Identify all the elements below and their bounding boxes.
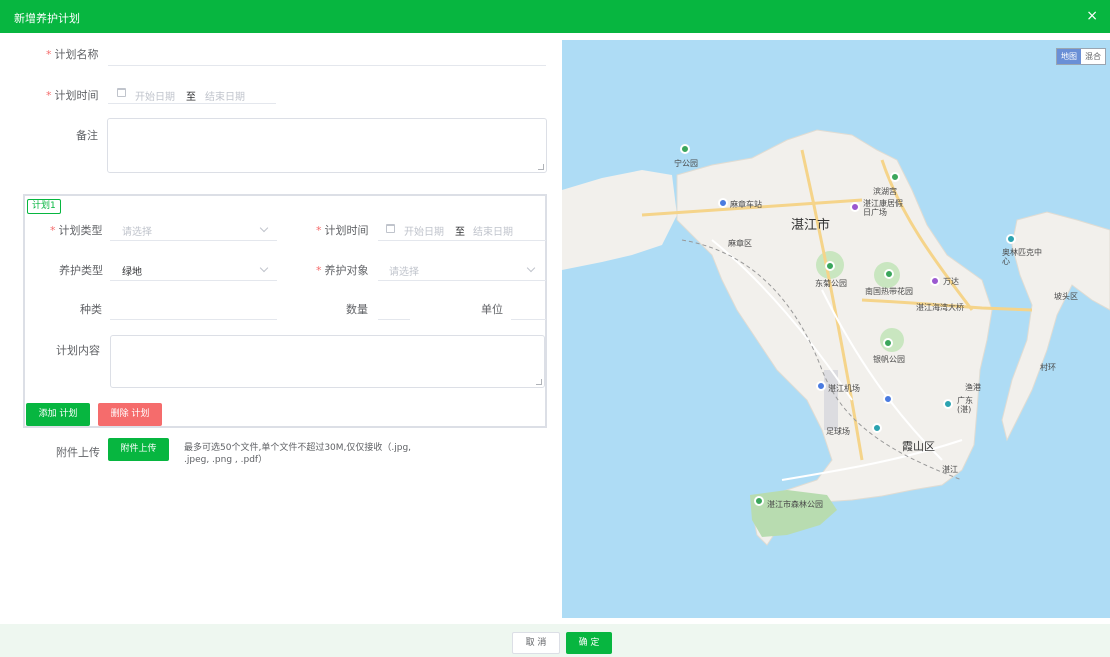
date-range-underline [108, 103, 276, 104]
map-label-plaza: 湛江康居假日广场 [863, 199, 903, 217]
park-icon [754, 496, 764, 506]
map-mode-toggle[interactable]: 地图 混合 [1056, 48, 1106, 65]
remark-label: 备注 [76, 129, 98, 142]
map-label-forest-park: 湛江市森林公园 [767, 500, 823, 509]
confirm-button[interactable]: 确 定 [566, 632, 612, 654]
map-mode-map[interactable]: 地图 [1057, 49, 1081, 64]
map-label-mazhang-station: 麻章车站 [730, 200, 762, 209]
map-canvas [562, 129, 1110, 546]
attachment-upload-button[interactable]: 附件上传 [108, 438, 169, 461]
maintenance-type-select[interactable]: 绿地 [122, 263, 142, 278]
maintenance-target-select[interactable]: 请选择 [389, 263, 419, 278]
map-label-wanda: 万达 [943, 277, 959, 286]
maintenance-type-underline [110, 280, 277, 281]
plan-end-date-input[interactable]: 结束日期 [473, 223, 513, 238]
mall-icon [850, 202, 860, 212]
map-label-yugang: 渔港 [965, 383, 981, 392]
park-icon [680, 144, 690, 154]
plan-type-underline [110, 240, 277, 241]
maintenance-target-underline [378, 280, 546, 281]
plan-date-separator: 至 [455, 227, 465, 238]
map-label-bridge: 湛江海湾大桥 [916, 303, 964, 312]
plan-name-input[interactable] [108, 65, 546, 66]
calendar-icon [117, 88, 126, 97]
mall-icon [930, 276, 940, 286]
plan-content-label: 计划内容 [56, 344, 100, 357]
map-label-olympic: 奥林匹克中心 [1002, 248, 1042, 266]
attachment-hint: 最多可选50个文件,单个文件不超过30M,仅仅接收（.jpg, .jpeg, .… [184, 443, 412, 465]
add-plan-button[interactable]: 添加 计划 [26, 403, 90, 426]
map-label-binhu: 滨湖宫 [873, 187, 897, 196]
plan-type-label: * 计划类型 [50, 224, 103, 237]
map-label-guangdong: 广东(湛) [957, 396, 973, 414]
maintenance-type-label: 养护类型 [59, 264, 103, 277]
plan-type-select[interactable]: 请选择 [122, 223, 152, 238]
start-date-input[interactable]: 开始日期 [135, 88, 175, 103]
plan-time-label-2: * 计划时间 [316, 224, 369, 237]
parking-icon [883, 394, 893, 404]
map-label-village: 村环 [1040, 363, 1056, 372]
sports-icon [872, 423, 882, 433]
species-input[interactable] [110, 319, 277, 320]
station-icon [718, 198, 728, 208]
plan-time-label: * 计划时间 [46, 89, 99, 102]
maintenance-target-label: * 养护对象 [316, 264, 369, 277]
map-label-tropical-garden: 南国热带花园 [865, 287, 913, 296]
map-label-airport: 湛江机场 [828, 384, 860, 393]
map-label-zhanjiang-s: 湛江 [942, 465, 958, 474]
plan-content-textarea[interactable] [110, 335, 545, 388]
map-label-mazhang: 麻章区 [728, 239, 752, 248]
park-icon [825, 261, 835, 271]
map-label-yinfan-park: 银帆公园 [873, 355, 905, 364]
dialog-title: 新增养护计划 [14, 12, 80, 25]
calendar-icon [386, 224, 395, 233]
end-date-input[interactable]: 结束日期 [205, 88, 245, 103]
park-icon [890, 172, 900, 182]
date-separator: 至 [186, 92, 196, 103]
map-label-park1: 宁公园 [674, 159, 698, 168]
plan-tag: 计划1 [27, 199, 61, 214]
airport-icon [816, 381, 826, 391]
quantity-input[interactable] [378, 319, 410, 320]
map-mode-hybrid[interactable]: 混合 [1081, 49, 1105, 64]
map-label-potou: 坡头区 [1054, 292, 1078, 301]
close-icon[interactable]: × [1086, 8, 1098, 24]
map-label-xiashan: 霞山区 [902, 440, 935, 453]
species-label: 种类 [80, 303, 102, 316]
cancel-button[interactable]: 取 消 [512, 632, 560, 654]
dialog-titlebar: 新增养护计划 × [0, 0, 1110, 33]
unit-label: 单位 [481, 303, 503, 316]
remark-textarea[interactable] [107, 118, 547, 173]
stadium-icon [1006, 234, 1016, 244]
delete-plan-button[interactable]: 删除 计划 [98, 403, 162, 426]
map-panel[interactable]: 地图 混合 湛江市 麻章区 麻章车站 宁公园 滨湖宫 湛江康居假日广场 东菊公园… [562, 40, 1110, 618]
unit-input[interactable] [511, 319, 546, 320]
map-label-dongju-park: 东菊公园 [815, 279, 847, 288]
plan-name-label: * 计划名称 [46, 48, 99, 61]
poi-icon [943, 399, 953, 409]
map-label-golf: 足球场 [826, 427, 850, 436]
plan-date-underline [378, 240, 546, 241]
plan-start-date-input[interactable]: 开始日期 [404, 223, 444, 238]
quantity-label: 数量 [346, 303, 368, 316]
attachment-label: 附件上传 [56, 446, 100, 459]
park-icon [884, 269, 894, 279]
park-icon [883, 338, 893, 348]
map-label-city: 湛江市 [791, 218, 831, 233]
